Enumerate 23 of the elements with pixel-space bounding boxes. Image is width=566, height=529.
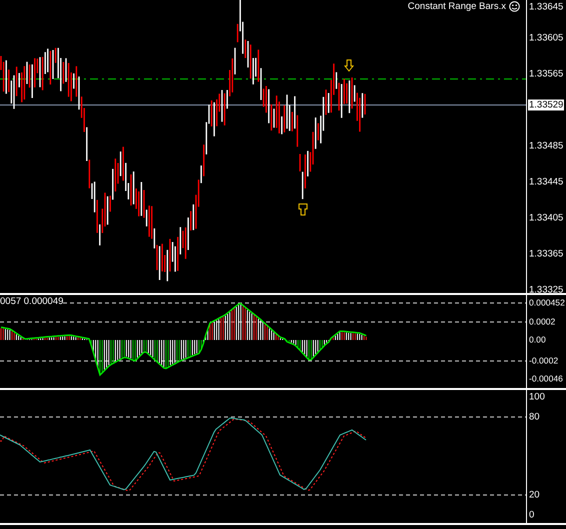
axis-label: 0 xyxy=(529,510,534,520)
axis-label: 0.000452 xyxy=(529,298,565,308)
axis-label: 80 xyxy=(529,412,540,422)
price-label: 1.33405 xyxy=(529,212,564,224)
axis-label: 20 xyxy=(529,490,540,500)
indicator-name: Constant Range Bars.x xyxy=(408,1,506,12)
smiley-icon xyxy=(509,1,520,12)
axis-label: -0.0002 xyxy=(529,356,558,366)
price-label: 1.33565 xyxy=(529,68,564,80)
axis-label: -0.00046 xyxy=(529,374,563,384)
price-label: 1.33445 xyxy=(529,176,564,188)
price-label: 1.33325 xyxy=(529,284,564,296)
axis-label: 100 xyxy=(529,392,545,402)
price-label: 1.33605 xyxy=(529,32,564,44)
price-label: 1.33485 xyxy=(529,140,564,152)
down-arrow-icon xyxy=(344,60,354,72)
price-label: 1.33365 xyxy=(529,248,564,260)
axis-label: 0.00 xyxy=(529,334,546,346)
price-label: 1.33645 xyxy=(529,2,564,12)
current-price-label: 1.33529 xyxy=(528,100,564,110)
indicator-values: 0057 0.000049 xyxy=(0,296,64,307)
up-arrow-icon xyxy=(298,204,308,216)
axis-label: 0.0002 xyxy=(529,316,556,328)
